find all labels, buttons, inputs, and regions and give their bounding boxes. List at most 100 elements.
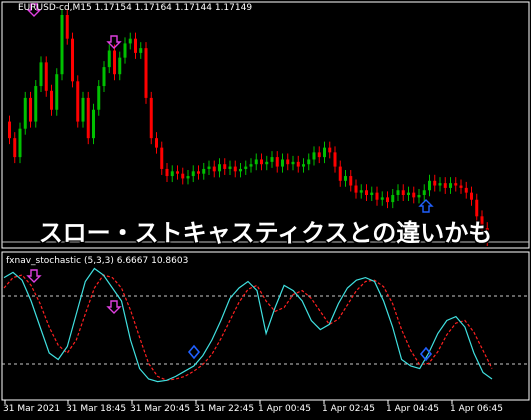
candle-body: [76, 81, 80, 122]
candle-body: [260, 159, 263, 165]
time-label: 31 Mar 20:45: [130, 404, 191, 414]
candle-body: [438, 183, 442, 186]
candle-body: [55, 74, 59, 110]
candle-body: [123, 43, 127, 58]
candle-body: [401, 190, 405, 195]
candle-body: [186, 176, 190, 179]
candle-body: [249, 164, 253, 167]
candle-body: [13, 138, 17, 158]
candle-body: [39, 62, 43, 87]
candle-body: [223, 164, 227, 169]
candle-body: [323, 147, 326, 158]
candle-body: [296, 161, 300, 167]
arrow-up-icon: [418, 199, 434, 213]
candle-body: [65, 15, 69, 39]
candle-body: [417, 195, 421, 198]
candle-body: [218, 164, 221, 172]
candle-body: [239, 168, 242, 172]
candle-body: [291, 161, 295, 165]
candle-body: [92, 109, 95, 139]
candle-body: [139, 48, 143, 53]
arrow-down-icon: [26, 269, 42, 283]
candle-body: [81, 97, 85, 122]
candle-body: [281, 159, 284, 167]
candle-body: [176, 171, 179, 174]
candle-body: [422, 190, 426, 195]
candle-body: [386, 197, 389, 203]
candle-body: [118, 57, 122, 75]
candle-body: [375, 192, 379, 200]
candle-body: [170, 171, 174, 177]
candle-body: [407, 192, 410, 195]
candle-body: [23, 97, 27, 129]
chart-canvas: [1, 1, 530, 404]
candle-body: [312, 152, 316, 160]
candle-body: [338, 166, 342, 181]
candle-body: [275, 157, 279, 167]
candle-body: [349, 176, 353, 186]
indicator-title: fxnav_stochastic (5,3,3) 6.6667 10.8603: [6, 256, 189, 266]
candle-body: [8, 121, 11, 139]
chart-window: EURUSD-cd,M15 1.17154 1.17164 1.17144 1.…: [0, 0, 531, 420]
time-label: 1 Apr 04:45: [386, 404, 439, 414]
candle-body: [207, 166, 211, 169]
buy-signal-icon: [187, 344, 201, 360]
time-label: 1 Apr 06:45: [450, 404, 503, 414]
time-label: 31 Mar 2021: [3, 404, 61, 414]
candle-body: [134, 38, 137, 53]
time-label: 31 Mar 22:45: [194, 404, 255, 414]
candle-body: [155, 138, 158, 148]
candle-body: [18, 128, 22, 158]
candle-body: [191, 171, 195, 177]
candle-body: [144, 48, 148, 98]
candle-body: [317, 152, 321, 158]
candle-body: [365, 190, 368, 195]
candle-body: [443, 183, 447, 188]
candle-body: [34, 86, 38, 122]
time-label: 31 Mar 18:45: [66, 404, 127, 414]
candle-body: [286, 159, 290, 165]
candle-body: [359, 190, 363, 193]
candle-body: [454, 183, 458, 186]
candle-body: [228, 166, 232, 169]
candle-body: [396, 190, 400, 195]
candle-body: [464, 187, 468, 193]
candle-body: [333, 152, 337, 167]
candle-body: [307, 159, 311, 165]
candle-body: [270, 157, 274, 162]
candle-body: [71, 38, 74, 82]
candle-body: [128, 38, 132, 44]
candle-body: [29, 97, 32, 122]
time-label: 1 Apr 00:45: [258, 404, 311, 414]
candle-body: [449, 183, 452, 188]
candle-body: [391, 195, 395, 203]
candle-body: [302, 164, 305, 167]
candle-body: [244, 166, 248, 169]
candle-body: [328, 147, 332, 153]
candle-body: [370, 192, 374, 195]
candle-body: [428, 180, 431, 191]
candle-body: [254, 159, 258, 165]
candle-body: [344, 176, 347, 181]
candle-body: [102, 67, 106, 87]
chart-title: EURUSD-cd,M15 1.17154 1.17164 1.17144 1.…: [18, 3, 253, 13]
candle-body: [202, 168, 206, 174]
candle-body: [354, 185, 358, 193]
candle-body: [86, 97, 90, 139]
candle-body: [470, 192, 473, 200]
overlay-caption: スロー・ストキャスティクスとの違いかも: [38, 219, 493, 247]
candle-body: [380, 197, 384, 200]
stoch-main-line: [3, 267, 493, 383]
time-label: 1 Apr 02:45: [322, 404, 375, 414]
candle-body: [459, 185, 463, 188]
candle-body: [97, 86, 101, 110]
arrow-down-icon: [106, 300, 122, 314]
candle-body: [433, 180, 437, 186]
candle-body: [197, 171, 200, 174]
candle-body: [44, 62, 48, 91]
candle-body: [113, 50, 116, 75]
candle-body: [149, 97, 153, 139]
candle-body: [107, 50, 111, 68]
candle-body: [181, 173, 185, 179]
stoch-signal-line: [3, 274, 493, 381]
